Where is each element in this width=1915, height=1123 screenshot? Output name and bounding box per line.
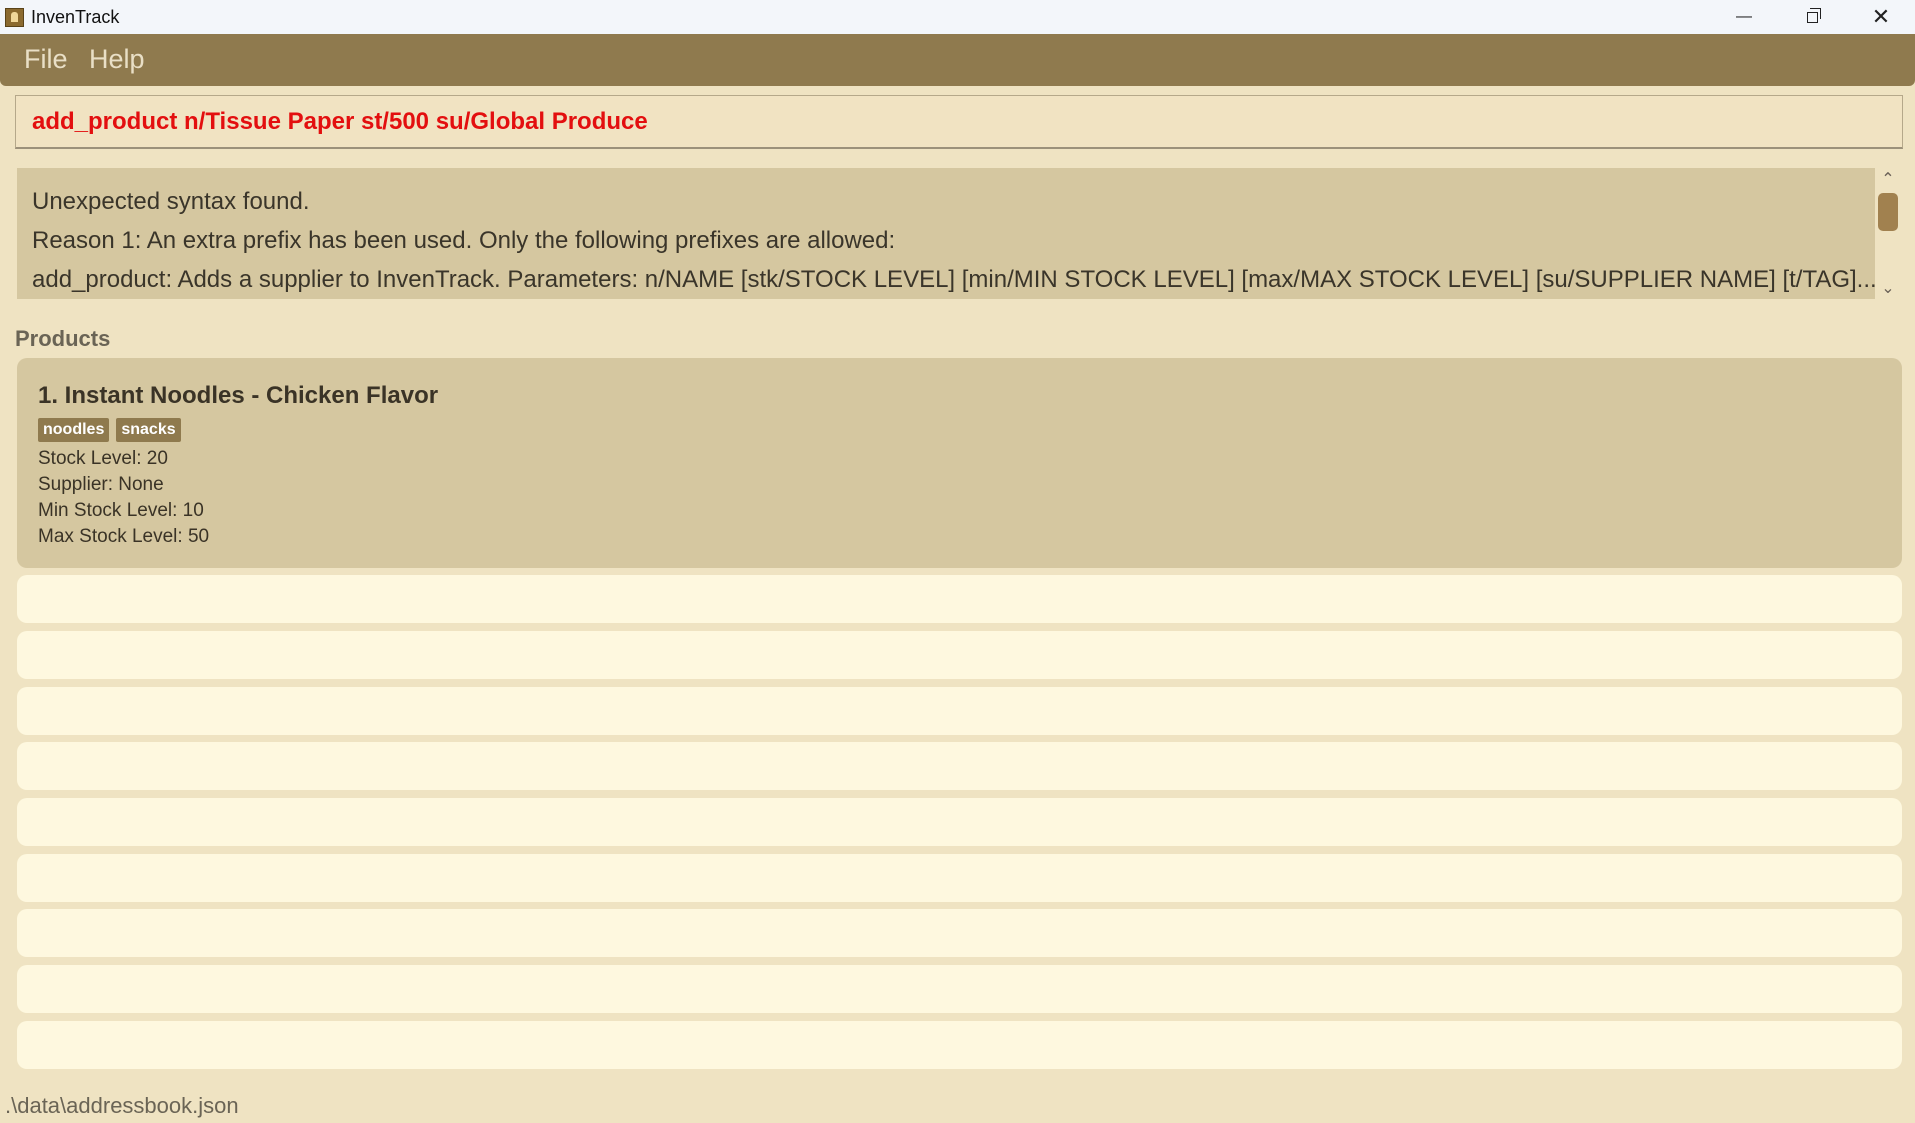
min-stock-level: Min Stock Level: 10 [38, 500, 204, 521]
scroll-down-icon[interactable]: ⌄ [1875, 277, 1901, 299]
command-text: add_product n/Tissue Paper st/500 su/Glo… [32, 108, 648, 135]
scroll-up-icon[interactable]: ⌃ [1875, 168, 1901, 190]
menu-bar: File Help [0, 34, 1915, 86]
menu-file[interactable]: File [24, 44, 68, 75]
result-line: Unexpected syntax found. [32, 188, 310, 215]
empty-list-row [17, 1021, 1902, 1069]
supplier: Supplier: None [38, 474, 164, 495]
restore-button[interactable] [1778, 0, 1846, 34]
title-bar: InvenTrack — ✕ [0, 0, 1915, 34]
tag: snacks [116, 418, 181, 442]
close-icon: ✕ [1871, 4, 1891, 29]
status-bar-path: .\data\addressbook.json [5, 1093, 239, 1118]
empty-list-row [17, 742, 1902, 790]
products-heading: Products [15, 326, 111, 351]
minimize-icon: — [1736, 8, 1752, 25]
window-title: InvenTrack [31, 7, 120, 27]
empty-list-row [17, 798, 1902, 846]
empty-list-row [17, 965, 1902, 1013]
product-card[interactable]: 1. Instant Noodles - Chicken Flavor nood… [17, 358, 1902, 568]
tag: noodles [38, 418, 110, 442]
empty-list-row [17, 575, 1902, 623]
app-icon [5, 8, 24, 27]
restore-icon [1806, 7, 1821, 23]
result-scrollbar[interactable]: ⌃ ⌄ [1875, 168, 1901, 299]
empty-list-row [17, 854, 1902, 902]
empty-list-row [17, 909, 1902, 957]
tag-list: noodles snacks [38, 418, 181, 442]
result-line: add_product: Adds a supplier to InvenTra… [32, 266, 1875, 293]
result-display: Unexpected syntax found. Reason 1: An ex… [17, 168, 1875, 299]
minimize-button[interactable]: — [1710, 0, 1778, 34]
stock-level: Stock Level: 20 [38, 448, 168, 469]
product-name: 1. Instant Noodles - Chicken Flavor [38, 382, 439, 409]
max-stock-level: Max Stock Level: 50 [38, 526, 210, 547]
empty-list-row [17, 687, 1902, 735]
scroll-thumb[interactable] [1878, 193, 1898, 231]
result-line: Reason 1: An extra prefix has been used.… [32, 227, 896, 254]
empty-list-row [17, 631, 1902, 679]
close-button[interactable]: ✕ [1847, 0, 1915, 34]
command-input[interactable]: add_product n/Tissue Paper st/500 su/Glo… [15, 95, 1903, 149]
menu-help[interactable]: Help [89, 44, 145, 75]
